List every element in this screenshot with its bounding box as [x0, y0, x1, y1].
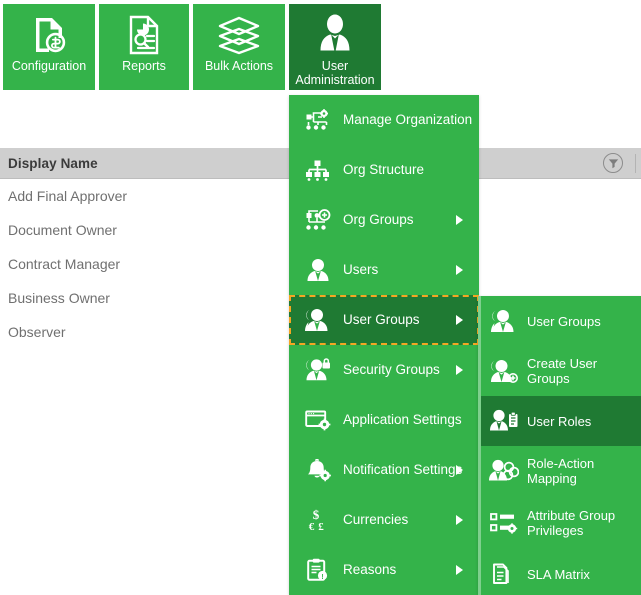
- funnel-icon[interactable]: [603, 153, 623, 173]
- menu-item-users[interactable]: Users: [289, 245, 479, 295]
- toolbar-tile-reports[interactable]: Reports: [99, 4, 189, 92]
- layers-icon: [217, 12, 261, 58]
- window-gear-icon: [303, 407, 333, 433]
- user-admin-icon: [318, 12, 352, 58]
- chevron-right-icon: [456, 515, 463, 525]
- security-group-icon: [303, 357, 333, 383]
- header-divider: [635, 154, 636, 173]
- role-action-icon: [489, 458, 519, 484]
- org-groups-icon: [303, 207, 333, 233]
- submenu-item-user-roles[interactable]: User Roles: [481, 396, 641, 446]
- svg-text:€: €: [309, 521, 315, 532]
- user-groups-submenu: User Groups Create User Groups User Roles R…: [478, 296, 641, 595]
- table-cell-display-name: Contract Manager: [8, 256, 120, 272]
- toolbar-divider: [0, 90, 641, 92]
- sla-matrix-icon: [489, 561, 519, 587]
- menu-item-security-groups[interactable]: Security Groups: [289, 345, 479, 395]
- menu-item-label: Manage Organization: [343, 112, 472, 128]
- menu-item-label: Currencies: [343, 512, 408, 528]
- submenu-item-label: Create User Groups: [527, 356, 641, 386]
- submenu-item-create-user-groups[interactable]: Create User Groups: [481, 346, 641, 396]
- toolbar-tile-label: Bulk Actions: [193, 59, 285, 73]
- menu-item-org-structure[interactable]: Org Structure: [289, 145, 479, 195]
- user-groups-icon: [489, 308, 519, 334]
- user-administration-menu: Manage Organization Org Structure Org Grou…: [289, 95, 479, 595]
- submenu-item-label: User Groups: [527, 314, 601, 329]
- submenu-item-label: User Roles: [527, 414, 591, 429]
- submenu-item-user-groups[interactable]: User Groups: [481, 296, 641, 346]
- top-toolbar: Configuration Reports: [0, 0, 641, 92]
- toolbar-tile-label: User Administration: [289, 59, 381, 87]
- menu-item-label: Notification Settings: [343, 462, 462, 478]
- create-user-group-icon: [489, 358, 519, 384]
- chevron-right-icon: [456, 265, 463, 275]
- user-icon: [303, 257, 333, 283]
- toolbar-tile-label: Configuration: [3, 59, 95, 73]
- toolbar-tile-user-administration[interactable]: User Administration: [289, 4, 381, 92]
- submenu-item-sla-matrix[interactable]: SLA Matrix: [481, 549, 641, 595]
- chevron-right-icon: [456, 215, 463, 225]
- toolbar-tile-bulk-actions[interactable]: Bulk Actions: [193, 4, 285, 92]
- submenu-item-label: Attribute Group Privileges: [527, 508, 641, 538]
- menu-item-label: Application Settings: [343, 412, 462, 428]
- chevron-right-icon: [456, 315, 463, 325]
- user-roles-icon: [489, 408, 519, 434]
- table-cell-display-name: Observer: [8, 324, 66, 340]
- submenu-item-role-action-mapping[interactable]: Role-Action Mapping: [481, 446, 641, 496]
- attribute-group-icon: [489, 510, 519, 536]
- menu-item-reasons[interactable]: ! Reasons: [289, 545, 479, 595]
- org-gear-icon: [303, 107, 333, 133]
- clipboard-info-icon: !: [303, 557, 333, 583]
- currency-icon: $€£: [303, 507, 333, 533]
- svg-text:!: !: [321, 574, 323, 581]
- user-groups-icon: [303, 307, 333, 333]
- menu-item-label: Org Structure: [343, 162, 424, 178]
- application-window: Configuration Reports: [0, 0, 641, 595]
- org-structure-icon: [303, 157, 333, 183]
- chevron-right-icon: [456, 365, 463, 375]
- menu-item-user-groups[interactable]: User Groups: [289, 295, 479, 345]
- submenu-item-label: Role-Action Mapping: [527, 456, 641, 486]
- table-cell-display-name: Add Final Approver: [8, 188, 127, 204]
- column-header-display-name: Display Name: [0, 156, 98, 171]
- svg-text:£: £: [318, 521, 324, 532]
- menu-item-currencies[interactable]: $€£ Currencies: [289, 495, 479, 545]
- document-dollar-icon: [32, 12, 66, 58]
- report-search-icon: [128, 12, 160, 58]
- chevron-right-icon: [456, 565, 463, 575]
- menu-item-label: Security Groups: [343, 362, 440, 378]
- toolbar-tile-label: Reports: [99, 59, 189, 73]
- bell-gear-icon: [303, 457, 333, 483]
- submenu-item-attribute-group-privileges[interactable]: Attribute Group Privileges: [481, 496, 641, 549]
- chevron-right-icon: [456, 465, 463, 475]
- submenu-item-label: SLA Matrix: [527, 567, 590, 582]
- toolbar-tile-configuration[interactable]: Configuration: [3, 4, 95, 92]
- menu-item-label: Reasons: [343, 562, 396, 578]
- menu-item-notification-settings[interactable]: Notification Settings: [289, 445, 479, 495]
- svg-text:$: $: [313, 508, 320, 522]
- table-cell-display-name: Business Owner: [8, 290, 110, 306]
- menu-item-label: User Groups: [343, 312, 420, 328]
- menu-item-label: Users: [343, 262, 378, 278]
- menu-item-org-groups[interactable]: Org Groups: [289, 195, 479, 245]
- menu-item-application-settings[interactable]: Application Settings: [289, 395, 479, 445]
- menu-item-manage-organization[interactable]: Manage Organization: [289, 95, 479, 145]
- menu-item-label: Org Groups: [343, 212, 414, 228]
- table-cell-display-name: Document Owner: [8, 222, 117, 238]
